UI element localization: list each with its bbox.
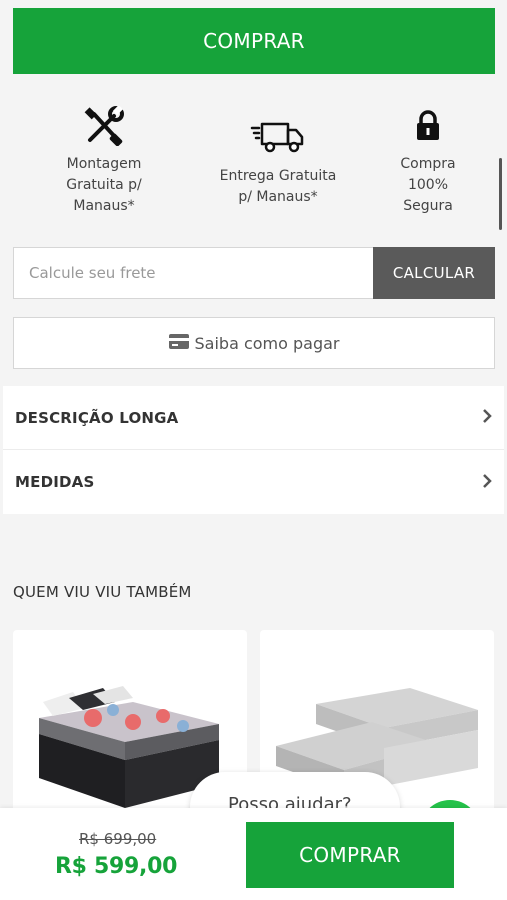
current-price: R$ 599,00 [55,854,178,879]
accordion-item-measures[interactable]: MEDIDAS [3,450,504,514]
feature-delivery: Entrega Gratuita p/ Manaus* [198,100,358,208]
lock-icon [348,100,507,152]
calculate-button[interactable]: CALCULAR [373,247,495,299]
accordion-item-long-description[interactable]: DESCRIÇÃO LONGA [3,386,504,450]
tools-icon [24,100,184,152]
buy-button-top[interactable]: COMPRAR [13,8,495,74]
accordion-item-title: DESCRIÇÃO LONGA [15,408,179,427]
feature-delivery-label: Entrega Gratuita p/ Manaus* [219,168,337,205]
truck-icon [198,100,358,153]
credit-card-icon [168,333,189,353]
chevron-right-icon [482,473,492,492]
related-products-title: QUEM VIU VIU TAMBÉM [13,583,192,601]
feature-secure: Compra 100% Segura [348,100,507,217]
accordion-item-title: MEDIDAS [15,473,95,491]
feature-assembly-label: Montagem Gratuita p/ Manaus* [66,156,142,214]
payment-info-label: Saiba como pagar [194,333,340,353]
feature-secure-label: Compra 100% Segura [400,156,456,214]
old-price: R$ 699,00 [79,830,157,848]
freight-calculator: CALCULAR [13,247,495,299]
product-accordion: DESCRIÇÃO LONGA MEDIDAS [3,386,504,514]
buy-button-bottom[interactable]: COMPRAR [246,822,454,888]
features-row: Montagem Gratuita p/ Manaus* Entrega Gra… [0,100,507,230]
bottom-purchase-bar: R$ 699,00 R$ 599,00 COMPRAR [0,808,507,900]
payment-info-button[interactable]: Saiba como pagar [13,317,495,369]
chevron-right-icon [482,408,492,427]
freight-input[interactable] [13,247,373,299]
page-scrollbar[interactable] [499,158,502,230]
feature-assembly: Montagem Gratuita p/ Manaus* [24,100,184,217]
